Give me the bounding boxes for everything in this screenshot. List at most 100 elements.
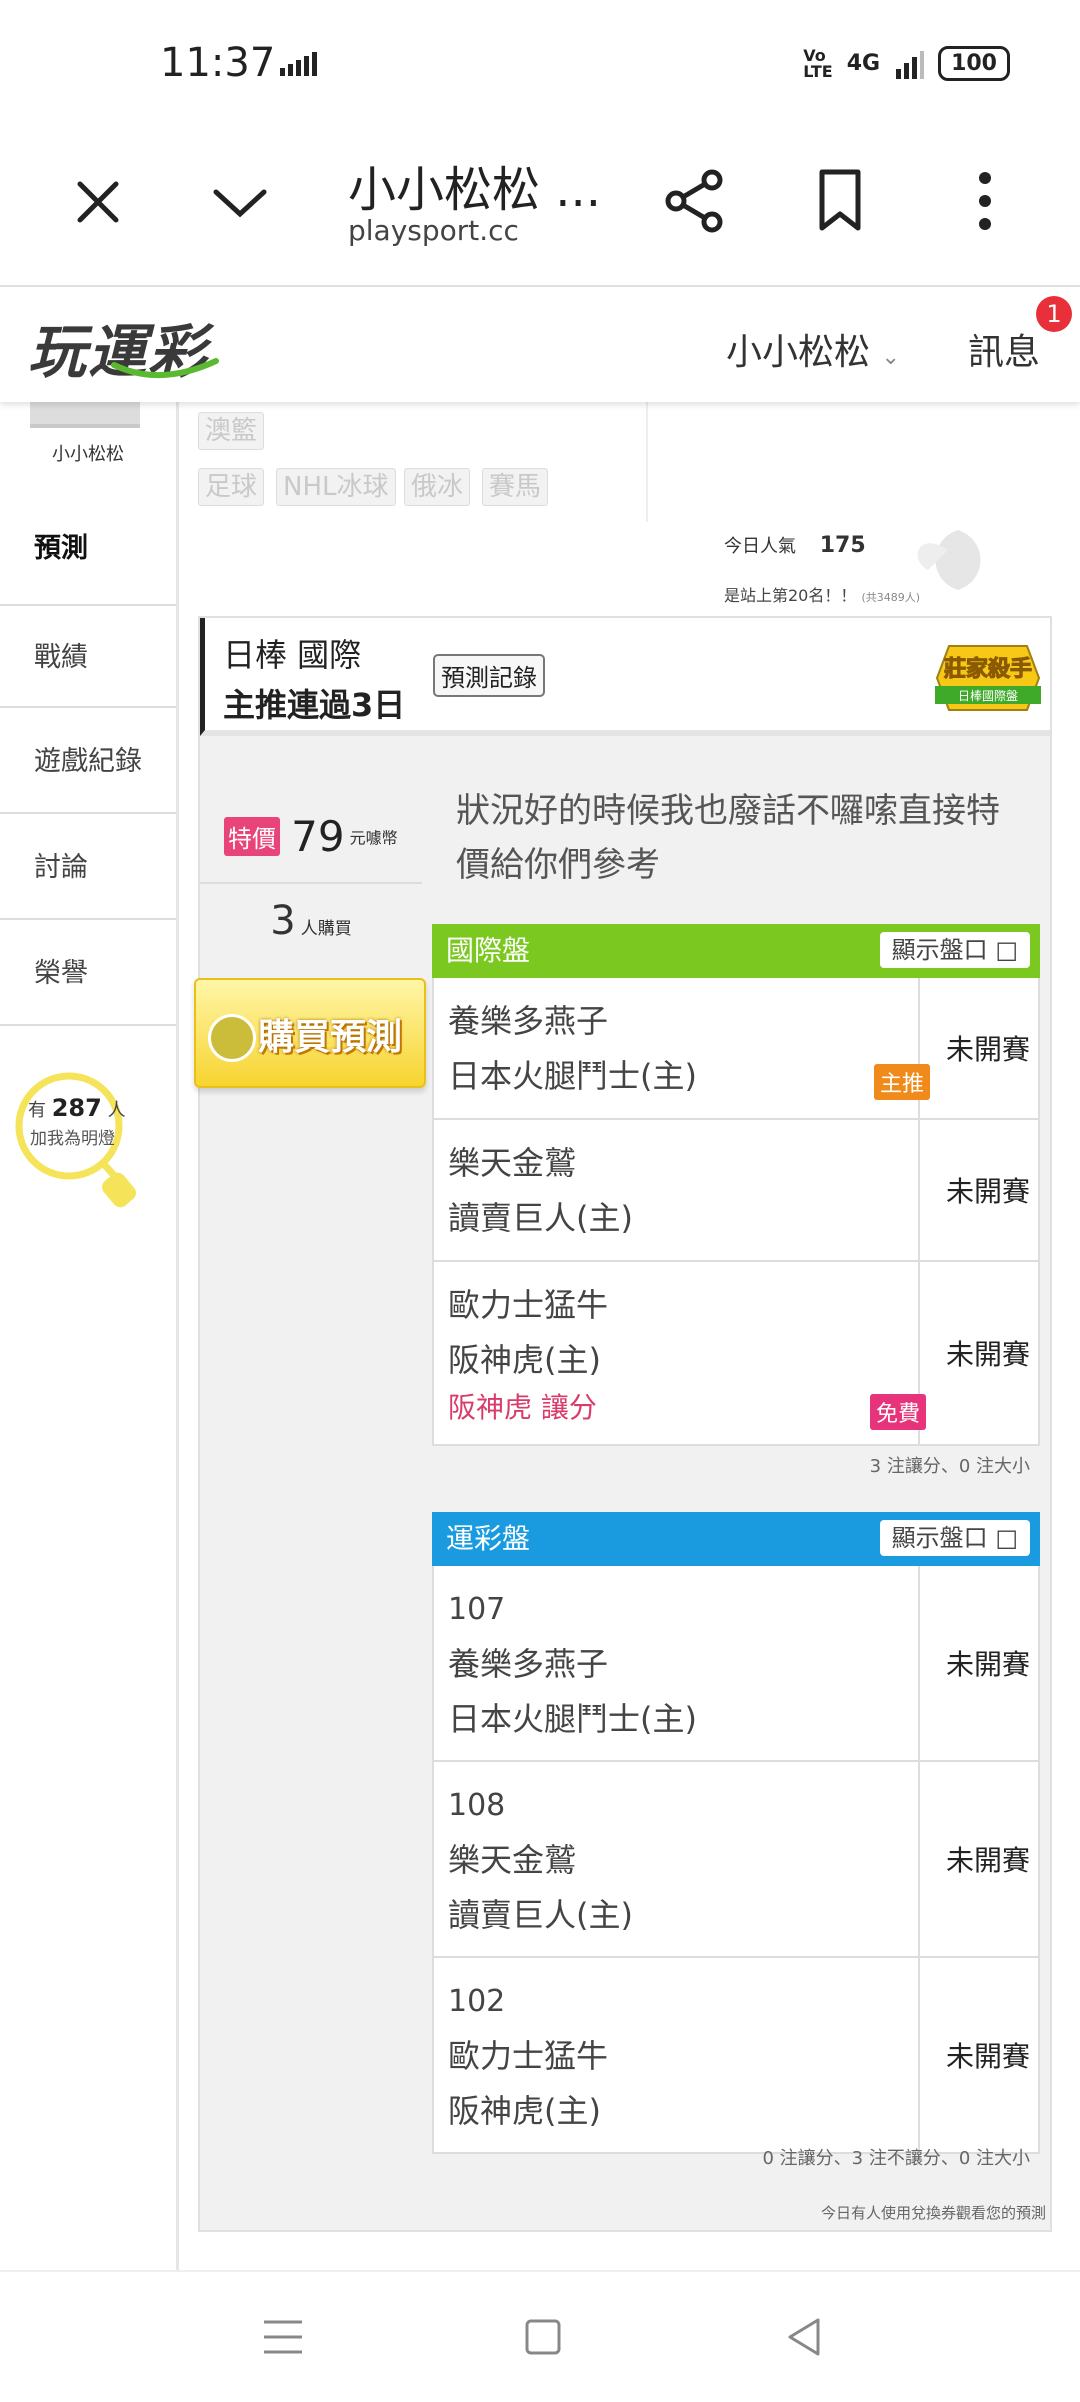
- tag-horse-racing[interactable]: 賽馬: [482, 468, 549, 506]
- prediction-comment: 狀況好的時候我也廢話不囉嗦直接特價給你們參考: [456, 791, 1000, 885]
- lottery-odds-table: 運彩盤 顯示盤口 □ 107 養樂多燕子 日本火腿鬥士(主) 未開賽 108 樂…: [432, 1512, 1040, 2169]
- user-menu-label: 小小松松: [726, 332, 871, 373]
- checkbox-icon: □: [995, 936, 1018, 964]
- volte-icon: Vo LTE: [803, 45, 833, 81]
- sidebar-username: 小小松松: [52, 444, 124, 465]
- coin-icon: [208, 1014, 256, 1062]
- buy-prediction-label: 購買預測: [258, 1017, 403, 1058]
- status-bar: 11:37 Vo LTE 4G 100: [0, 0, 1080, 130]
- site-header: 玩運彩 小小松松 ⌄ 訊息: [0, 287, 1080, 402]
- game-number: 108: [448, 1788, 506, 1823]
- away-team: 歐力士猛牛: [448, 1286, 609, 1324]
- voucher-note: 今日有人使用兌換券觀看您的預測: [820, 2204, 1046, 2222]
- table-row[interactable]: 歐力士猛牛 阪神虎(主) 阪神虎 讓分 免費 未開賽: [432, 1262, 1040, 1446]
- tag-khl[interactable]: 俄冰: [404, 468, 471, 506]
- popularity: 今日人氣 175: [724, 532, 866, 558]
- sidebar: 小小松松 預測 戰績 遊戲紀錄 討論 榮譽 有 287 人 加我為明燈: [0, 402, 179, 2270]
- dealer-killer-badge-icon: 莊家殺手 日棒國際盤: [935, 645, 1041, 711]
- prediction-record-button[interactable]: 預測記錄: [433, 654, 545, 697]
- rank-label: 是站上第20名！！: [724, 586, 857, 605]
- sidebar-item-honor[interactable]: 榮譽: [0, 922, 176, 1026]
- intl-table-header: 國際盤 顯示盤口 □: [432, 924, 1040, 978]
- system-nav-bar: [0, 2270, 1080, 2402]
- table-row[interactable]: 108 樂天金鷲 讀賣巨人(主) 未開賽: [432, 1762, 1040, 1958]
- fans-prefix: 有: [28, 1100, 46, 1121]
- svg-text:日棒國際盤: 日棒國際盤: [958, 689, 1018, 703]
- price-unit: 元噱幣: [349, 828, 398, 848]
- chevron-down-icon: ⌄: [881, 345, 900, 370]
- message-count-badge: 1: [1036, 296, 1072, 332]
- table-row[interactable]: 養樂多燕子 日本火腿鬥士(主) 主推 未開賽: [432, 978, 1040, 1120]
- sidebar-item-record[interactable]: 戰績: [0, 604, 176, 708]
- buyers-unit: 人購買: [300, 919, 352, 939]
- home-team: 阪神虎(主): [448, 2092, 601, 2130]
- show-odds-label: 顯示盤口: [891, 1524, 988, 1552]
- avatar[interactable]: [30, 402, 140, 428]
- tag-aus-basketball[interactable]: 澳籃: [198, 412, 265, 450]
- away-team: 樂天金鷲: [448, 1144, 577, 1182]
- user-menu[interactable]: 小小松松 ⌄: [726, 323, 900, 375]
- popularity-label: 今日人氣: [724, 536, 796, 557]
- page-url[interactable]: playsport.cc: [348, 214, 519, 247]
- fans-count: 有 287 人: [28, 1094, 126, 1122]
- home-team: 日本火腿鬥士(主): [448, 1700, 697, 1738]
- game-number: 107: [448, 1592, 506, 1627]
- add-as-light-link[interactable]: 加我為明燈: [30, 1124, 115, 1149]
- game-status: 未開賽: [945, 1648, 1030, 1681]
- away-team: 養樂多燕子: [448, 1645, 609, 1683]
- cell-signal-icon: [896, 50, 925, 79]
- buy-prediction-button[interactable]: 購買預測: [194, 978, 426, 1088]
- table-row[interactable]: 樂天金鷲 讀賣巨人(主) 未開賽: [432, 1120, 1040, 1262]
- show-odds-button[interactable]: 顯示盤口 □: [879, 1520, 1030, 1556]
- checkbox-icon: □: [995, 1524, 1018, 1552]
- status-icons: Vo LTE 4G 100: [803, 46, 1010, 81]
- sidebar-item-predict[interactable]: 預測: [0, 494, 176, 604]
- tag-soccer[interactable]: 足球: [198, 468, 265, 506]
- rank-text: 是站上第20名！！ (共3489人): [724, 582, 920, 606]
- game-status: 未開賽: [945, 2040, 1030, 2073]
- sidebar-item-game-log[interactable]: 遊戲紀錄: [0, 710, 176, 814]
- messages-link[interactable]: 訊息: [968, 323, 1040, 375]
- free-badge: 免費: [870, 1394, 927, 1430]
- home-icon[interactable]: [518, 2312, 568, 2362]
- lottery-table-title: 運彩盤: [446, 1522, 531, 1555]
- fans-suffix: 人: [107, 1100, 126, 1121]
- battery-indicator: 100: [938, 46, 1010, 81]
- table-row[interactable]: 107 養樂多燕子 日本火腿鬥士(主) 未開賽: [432, 1566, 1040, 1762]
- table-row[interactable]: 102 歐力士猛牛 阪神虎(主) 未開賽: [432, 1958, 1040, 2154]
- show-odds-button[interactable]: 顯示盤口 □: [879, 932, 1030, 968]
- signal-speed-icon: [280, 52, 317, 76]
- logo-swoosh-icon: [111, 358, 219, 379]
- back-icon[interactable]: [780, 2312, 830, 2362]
- fans-number: 287: [51, 1094, 102, 1122]
- tag-nhl[interactable]: NHL冰球: [276, 468, 396, 506]
- away-team: 歐力士猛牛: [448, 2037, 609, 2075]
- streak-label: 主推連過3日: [223, 686, 406, 724]
- prediction-panel: 日棒 國際 主推連過3日 預測記錄 莊家殺手 日棒國際盤 特價 79 元噱幣 3…: [194, 616, 1052, 2232]
- recent-apps-icon[interactable]: [258, 2312, 308, 2362]
- chevron-down-icon[interactable]: [208, 170, 272, 234]
- prediction-header: 日棒 國際 主推連過3日 預測記錄 莊家殺手 日棒國際盤: [200, 618, 1050, 736]
- browser-toolbar: 小小松松 ... playsport.cc: [0, 130, 1080, 287]
- page-title[interactable]: 小小松松 ...: [348, 150, 601, 220]
- home-team: 日本火腿鬥士(主): [448, 1057, 697, 1095]
- network-type: 4G: [846, 51, 881, 76]
- home-team: 讀賣巨人(主): [448, 1896, 633, 1934]
- close-icon[interactable]: [66, 170, 130, 234]
- intl-table-title: 國際盤: [446, 934, 531, 967]
- intl-odds-table: 國際盤 顯示盤口 □ 養樂多燕子 日本火腿鬥士(主) 主推 未開賽 樂天金鷲 讀…: [432, 924, 1040, 1477]
- home-team: 讀賣巨人(主): [448, 1199, 633, 1237]
- game-status: 未開賽: [945, 1338, 1030, 1371]
- sidebar-item-discussion[interactable]: 討論: [0, 816, 176, 920]
- game-status: 未開賽: [945, 1175, 1030, 1208]
- clock: 11:37: [160, 40, 276, 86]
- league-label: 日棒 國際: [223, 636, 362, 674]
- divider: [200, 882, 422, 884]
- pick-label: 阪神虎 讓分: [448, 1391, 597, 1424]
- more-vert-icon[interactable]: [960, 166, 1010, 236]
- price-value: 79: [291, 812, 345, 861]
- price-row: 特價 79 元噱幣: [224, 812, 398, 861]
- bookmark-icon[interactable]: [808, 166, 872, 236]
- divider: [646, 402, 648, 522]
- share-icon[interactable]: [660, 166, 730, 236]
